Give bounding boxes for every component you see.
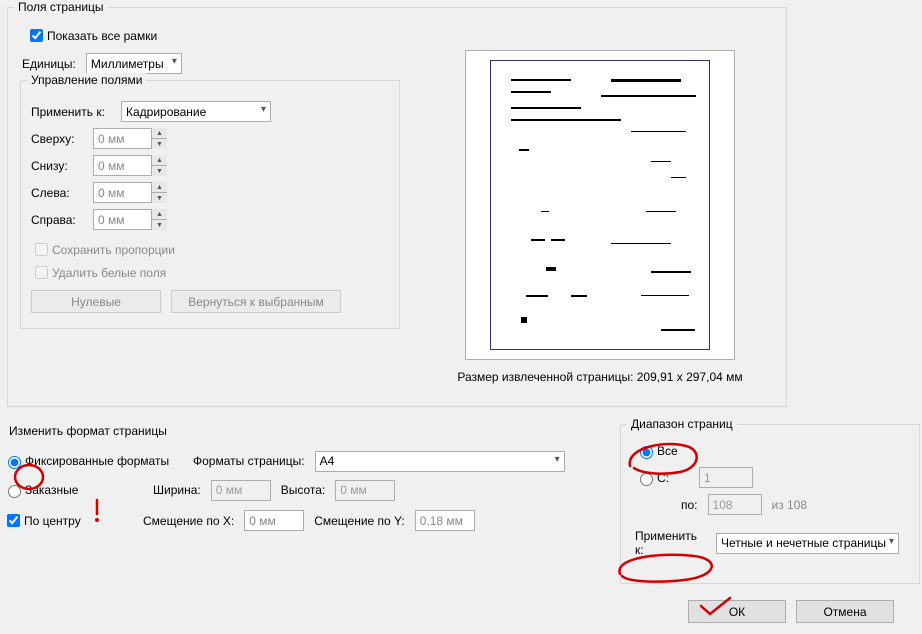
offset-y-input[interactable]: 0,18 мм (415, 510, 475, 531)
center-checkbox[interactable] (7, 514, 20, 527)
margin-left-spinner[interactable]: ▲▼ (151, 182, 167, 203)
center-label: По центру (24, 514, 81, 528)
range-apply-to-label: Применить к: (635, 529, 706, 557)
custom-formats-label: Заказные (25, 483, 78, 497)
ok-button[interactable]: ОК (688, 600, 786, 623)
width-input[interactable]: 0 мм (211, 480, 271, 501)
apply-to-label: Применить к: (31, 105, 121, 119)
fixed-formats-label: Фиксированные форматы (25, 454, 169, 468)
margin-right-spinner[interactable]: ▲▼ (151, 209, 167, 230)
range-all-label: Все (657, 444, 678, 458)
margin-top-label: Сверху: (31, 132, 93, 146)
show-all-frames-checkbox[interactable] (30, 29, 43, 42)
preview-page (490, 60, 710, 350)
cancel-button[interactable]: Отмена (796, 600, 894, 623)
margin-left-label: Слева: (31, 186, 93, 200)
margin-bottom-label: Снизу: (31, 159, 93, 173)
width-label: Ширина: (153, 483, 201, 497)
remove-white-checkbox[interactable] (35, 266, 48, 279)
page-range-group: Диапазон страниц Все С: 1 по: 108 из 108… (620, 424, 920, 584)
apply-to-select[interactable]: Кадрирование (121, 101, 271, 122)
height-input[interactable]: 0 мм (335, 480, 395, 501)
units-label: Единицы: (22, 57, 76, 71)
page-fields-title: Поля страницы (14, 0, 108, 14)
range-from-radio[interactable] (640, 473, 653, 486)
range-apply-to-value: Четные и нечетные страницы (721, 536, 886, 550)
preview-canvas (465, 50, 735, 360)
offset-y-label: Смещение по Y: (314, 514, 405, 528)
margin-bottom-spinner[interactable]: ▲▼ (151, 155, 167, 176)
lock-proportions-label: Сохранить пропорции (52, 243, 175, 257)
height-label: Высота: (281, 483, 326, 497)
preview-area: Размер извлеченной страницы: 209,91 x 29… (430, 50, 770, 384)
range-from-label: С: (657, 471, 677, 485)
units-select[interactable]: Миллиметры (86, 53, 182, 74)
margins-title: Управление полями (27, 73, 146, 87)
offset-x-input[interactable]: 0 мм (244, 510, 304, 531)
range-to-label: по: (681, 498, 698, 512)
page-fields-group: Поля страницы Показать все рамки Единицы… (7, 7, 787, 407)
fixed-formats-radio[interactable] (8, 456, 21, 469)
apply-to-value: Кадрирование (126, 105, 206, 119)
lock-proportions-checkbox[interactable] (35, 243, 48, 256)
remove-white-label: Удалить белые поля (52, 266, 166, 280)
range-from-input[interactable]: 1 (699, 467, 753, 488)
formats-label: Форматы страницы: (193, 454, 305, 468)
margin-right-label: Справа: (31, 213, 93, 227)
offset-x-label: Смещение по X: (143, 514, 234, 528)
margin-top-spinner[interactable]: ▲▼ (151, 128, 167, 149)
show-all-frames-label: Показать все рамки (47, 29, 157, 43)
page-range-title: Диапазон страниц (627, 417, 737, 431)
range-all-radio[interactable] (640, 446, 653, 459)
margins-group: Управление полями Применить к: Кадрирова… (20, 80, 400, 329)
range-of-label: из 108 (772, 498, 808, 512)
zero-button[interactable]: Нулевые (31, 290, 161, 313)
revert-button[interactable]: Вернуться к выбранным (171, 290, 341, 313)
page-format-value: A4 (320, 454, 335, 468)
units-value: Миллиметры (91, 57, 164, 71)
page-format-select[interactable]: A4 (315, 451, 565, 472)
resize-group: Изменить формат страницы Фиксированные ф… (3, 444, 603, 539)
preview-size-label: Размер извлеченной страницы: 209,91 x 29… (430, 370, 770, 384)
range-apply-to-select[interactable]: Четные и нечетные страницы (716, 533, 899, 554)
resize-title: Изменить формат страницы (9, 424, 167, 438)
custom-formats-radio[interactable] (8, 485, 21, 498)
range-to-input[interactable]: 108 (708, 494, 762, 515)
